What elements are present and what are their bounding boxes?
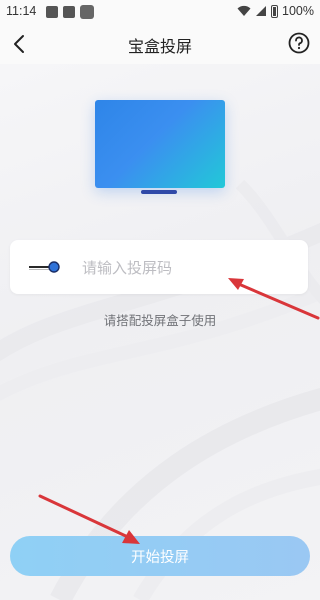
battery-icon <box>271 4 279 18</box>
system-icons: 100% <box>237 4 314 18</box>
cast-code-input[interactable] <box>80 252 294 284</box>
help-circle-icon[interactable] <box>288 32 310 54</box>
app-icon <box>80 5 94 19</box>
status-bar: 11:14 100% <box>0 0 320 24</box>
tv-screen-icon <box>95 100 225 200</box>
battery-percent: 100% <box>282 4 314 18</box>
cast-toggle-icon <box>29 261 60 273</box>
signal-icon <box>256 6 267 16</box>
usage-hint: 请搭配投屏盒子使用 <box>103 313 217 328</box>
page-title: 宝盒投屏 <box>127 37 192 56</box>
tv-display <box>95 100 225 188</box>
cast-code-card <box>10 240 308 294</box>
start-cast-button[interactable]: 开始投屏 <box>10 536 310 576</box>
status-time: 11:14 <box>6 4 37 18</box>
image-icon <box>46 6 58 18</box>
tv-stand <box>141 190 177 194</box>
font-icon <box>63 6 75 18</box>
wifi-icon <box>237 5 251 16</box>
notification-icons <box>46 5 94 19</box>
app-header: 宝盒投屏 <box>0 24 320 64</box>
main-content: 请搭配投屏盒子使用 开始投屏 <box>0 64 320 600</box>
